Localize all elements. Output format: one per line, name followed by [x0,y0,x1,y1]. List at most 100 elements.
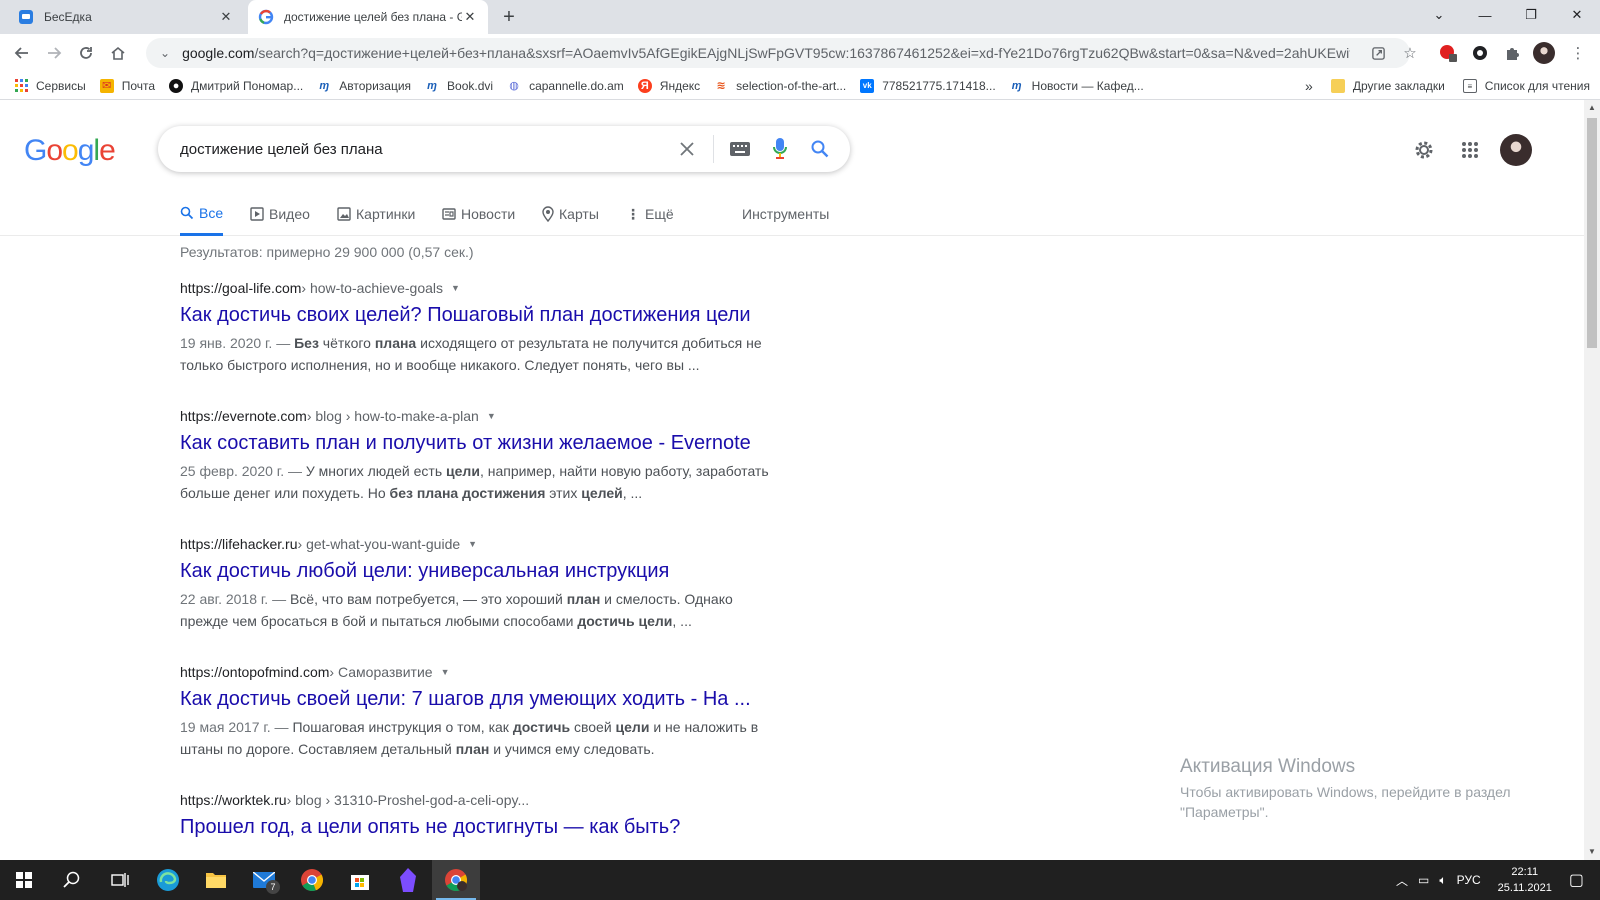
bookmark-auth[interactable]: ɱ Авторизация [317,79,411,93]
volume-icon[interactable]: 🔈︎ [1439,873,1446,888]
snippet-highlight: достичь [512,719,571,735]
tab-news[interactable]: Новости [442,192,515,236]
tab-search-icon[interactable]: ⌄ [1416,0,1462,30]
tab-more[interactable]: ⋮ Ещё [626,192,674,236]
reading-list[interactable]: ≡ Список для чтения [1462,79,1590,93]
result-url: https://evernote.com › blog › how-to-mak… [180,408,780,424]
system-tray: ︿ ▭ 🔈︎ РУС 22:11 25.11.2021 ▢ [1391,860,1600,900]
google-logo[interactable]: Google [24,134,116,168]
result-date: 25 февр. 2020 г. — [180,463,302,479]
close-tab-icon[interactable]: ✕ [462,9,478,25]
bookmark-yandex[interactable]: Я Яндекс [637,78,700,93]
tab-maps[interactable]: Карты [542,192,599,236]
microsoft-store-icon[interactable] [336,860,384,900]
notifications-icon[interactable]: ▢ [1569,870,1584,890]
browser-tab-google-search[interactable]: достижение целей без плана - G ✕ [248,0,488,34]
obsidian-icon[interactable] [384,860,432,900]
tray-expand-icon[interactable]: ︿ [1396,872,1408,889]
mail-badge: 7 [266,880,280,894]
bookmark-star-icon[interactable]: ☆ [1398,41,1422,65]
site-info-icon[interactable]: ⌄ [160,46,170,60]
close-window-button[interactable]: ✕ [1554,0,1600,30]
settings-gear-icon[interactable] [1404,130,1444,170]
tab-label: Карты [559,206,599,222]
bookmark-selection[interactable]: ≋ selection-of-the-art... [714,78,847,93]
page-scrollbar[interactable]: ▲ ▼ [1584,100,1600,860]
search-result: https://goal-life.com › how-to-achieve-g… [180,280,780,376]
bookmark-mail[interactable]: ✉ Почта [99,78,155,93]
tab-all[interactable]: Все [180,192,224,236]
file-explorer-icon[interactable] [192,860,240,900]
result-title-link[interactable]: Как достичь любой цели: универсальная ин… [180,558,780,584]
bookmark-label: Список для чтения [1484,79,1590,93]
search-input[interactable]: достижение целей без плана [180,141,667,158]
result-title-link[interactable]: Как достичь своей цели: 7 шагов для умею… [180,686,780,712]
account-avatar[interactable] [1496,130,1536,170]
address-bar[interactable]: ⌄ google.com/search?q=достижение+целей+б… [146,38,1410,68]
edge-browser-icon[interactable] [144,860,192,900]
scroll-up-arrow-icon[interactable]: ▲ [1584,100,1600,116]
result-date: 19 янв. 2020 г. — [180,335,291,351]
chrome-icon[interactable] [288,860,336,900]
result-menu-caret-icon[interactable]: ▼ [451,283,460,293]
result-menu-caret-icon[interactable]: ▼ [468,539,477,549]
battery-icon[interactable]: ▭ [1418,873,1429,887]
result-title-link[interactable]: Прошел год, а цели опять не достигнуты —… [180,814,780,840]
result-menu-caret-icon[interactable]: ▼ [441,667,450,677]
tab-images[interactable]: Картинки [337,192,415,236]
home-button[interactable] [106,41,130,65]
bookmark-vk[interactable]: vk 778521775.171418... [860,78,996,93]
chevron-double-icon: » [1305,78,1313,94]
google-apps-icon[interactable] [1450,130,1490,170]
result-url: https://goal-life.com › how-to-achieve-g… [180,280,780,296]
task-view-icon[interactable] [96,860,144,900]
mail-app-icon[interactable]: 7 [240,860,288,900]
bookmark-github[interactable]: ● Дмитрий Пономар... [169,78,303,93]
chrome-active-icon[interactable] [432,860,480,900]
search-box[interactable]: достижение целей без плана [158,126,850,172]
keyboard-icon[interactable] [720,129,760,169]
bookmarks-bar: Сервисы ✉ Почта ● Дмитрий Пономар... ɱ А… [0,72,1600,100]
bookmark-label: Book.dvi [447,78,494,93]
scrollbar-thumb[interactable] [1587,118,1597,348]
tab-label: Ещё [645,206,674,222]
restore-button[interactable]: ❐ [1508,0,1554,30]
tools-button[interactable]: Инструменты [742,192,829,236]
bookmark-apps[interactable]: Сервисы [14,79,86,93]
bookmark-news[interactable]: ɱ Новости — Кафед... [1010,79,1144,93]
bookmark-other-folder[interactable]: Другие закладки [1330,79,1445,93]
minimize-button[interactable]: — [1462,0,1508,30]
search-icon[interactable] [800,129,840,169]
bookmark-book[interactable]: ɱ Book.dvi [425,79,493,93]
extensions-puzzle-icon[interactable] [1500,41,1524,65]
clock[interactable]: 22:11 25.11.2021 [1498,864,1552,896]
extension-circle-icon[interactable] [1468,41,1492,65]
back-button[interactable] [10,41,34,65]
window-controls: ⌄ — ❐ ✕ [1416,0,1600,34]
share-icon[interactable] [1366,41,1390,65]
snippet-highlight: цели [615,719,650,735]
close-tab-icon[interactable]: ✕ [218,9,234,25]
result-date: 22 авг. 2018 г. — [180,591,287,607]
scroll-down-arrow-icon[interactable]: ▼ [1584,844,1600,860]
more-bookmarks-chevron[interactable]: » [1305,78,1313,94]
result-title-link[interactable]: Как достичь своих целей? Пошаговый план … [180,302,780,328]
bookmark-label: selection-of-the-art... [736,78,847,93]
profile-avatar[interactable] [1532,41,1556,65]
search-icon[interactable] [48,860,96,900]
bookmark-capannelle[interactable]: ◍ capannelle.do.am [507,79,624,93]
result-title-link[interactable]: Как составить план и получить от жизни ж… [180,430,780,456]
start-button[interactable] [0,860,48,900]
microphone-icon[interactable] [760,129,800,169]
adblock-extension-icon[interactable]: 1 [1436,41,1461,66]
tab-video[interactable]: Видео [250,192,310,236]
clear-icon[interactable] [667,129,707,169]
forward-button[interactable] [42,41,66,65]
logo-letter: g [77,134,95,167]
language-indicator[interactable]: РУС [1457,873,1481,887]
result-menu-caret-icon[interactable]: ▼ [487,411,496,421]
new-tab-button[interactable]: + [498,6,520,28]
browser-tab-besedka[interactable]: БесЕдка ✕ [8,0,244,34]
chrome-menu-icon[interactable]: ⋮ [1566,41,1590,65]
reload-button[interactable] [74,41,98,65]
